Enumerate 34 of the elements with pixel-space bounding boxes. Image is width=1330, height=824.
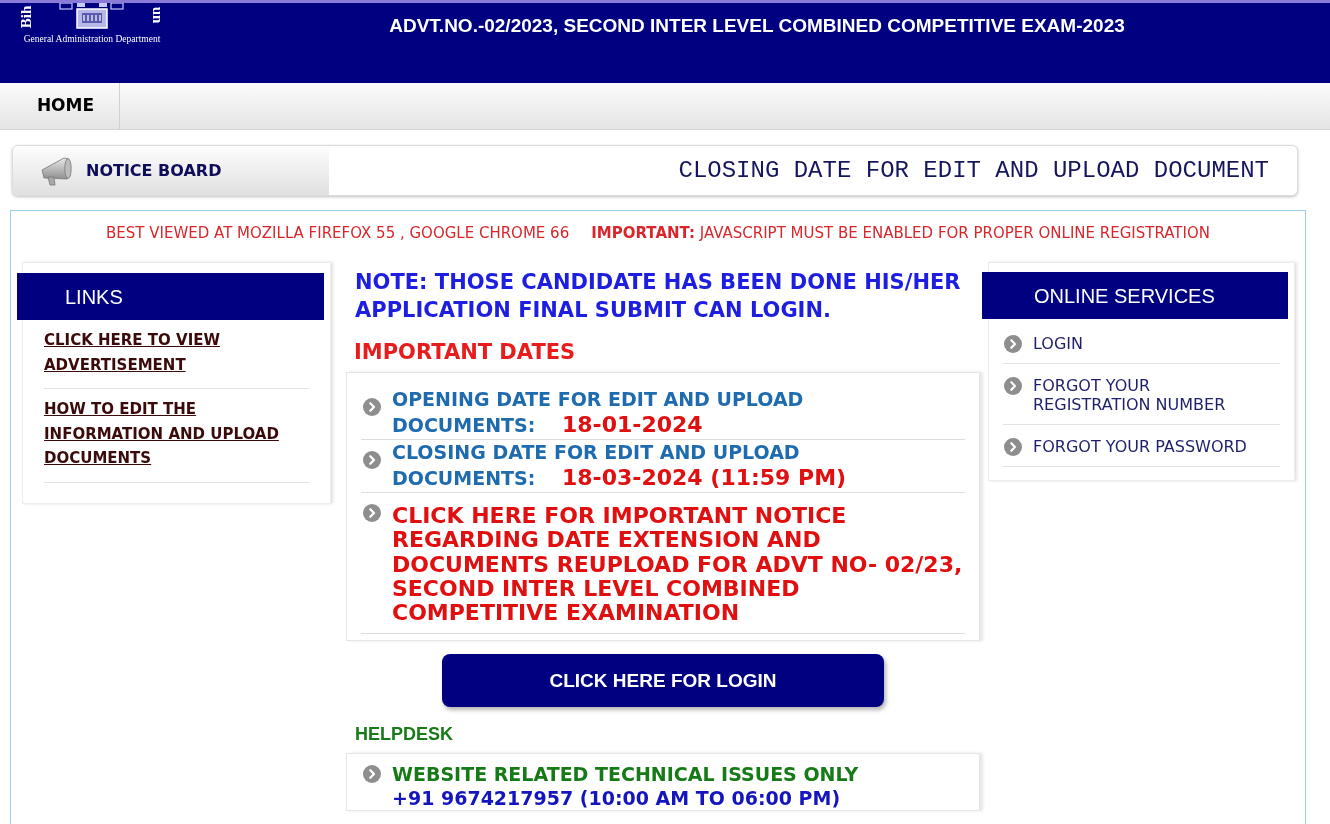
service-link[interactable]: FORGOT YOUR REGISTRATION NUMBER xyxy=(1033,376,1269,414)
section-title: IMPORTANT DATES xyxy=(354,339,577,366)
megaphone-icon xyxy=(40,155,74,186)
sidebar-link[interactable]: HOW TO EDIT THE INFORMATION AND UPLOAD DOCUMENTS xyxy=(44,397,292,471)
date-text: OPENING DATE FOR EDIT AND UPLOAD DOCUMENTS: 18-01-2024 xyxy=(392,387,805,438)
chevron-icon xyxy=(363,765,381,784)
chevron-icon xyxy=(363,504,381,522)
notice-board-title: NOTICE BOARD xyxy=(86,159,222,182)
notice-link[interactable]: CLICK HERE FOR IMPORTANT NOTICE REGARDING DATE EXTENSION AND DOCUMENTS REUPLOAD FOR ADVT NO- 02/23, SECOND INTER LEVEL COMBINED COMPETITIVE EXAMINATION xyxy=(392,504,964,626)
helpdesk-label: WEBSITE RELATED TECHNICAL ISSUES ONLY xyxy=(392,762,859,787)
login-note: NOTE: THOSE CANDIDATE HAS BEEN DONE HIS/HER APPLICATION FINAL SUBMIT CAN LOGIN. xyxy=(355,269,962,324)
services-header: ONLINE SERVICES xyxy=(982,272,1288,319)
javascript-note: IMPORTANT: JAVASCRIPT MUST BE ENABLED FOR PROPER ONLINE REGISTRATION xyxy=(591,224,1210,242)
phone-number: +91 9674217957 (10:00 AM TO 06:00 PM) xyxy=(392,786,842,811)
chevron-icon xyxy=(1004,377,1022,395)
ticker-text: CLOSING DATE FOR EDIT AND UPLOAD DOCUMENT xyxy=(678,156,1269,185)
logo-lettering: un xyxy=(150,6,166,24)
chevron-icon xyxy=(1004,438,1022,456)
chevron-icon xyxy=(363,398,381,416)
links-header: LINKS xyxy=(17,273,324,320)
login-button[interactable]: CLICK HERE FOR LOGIN xyxy=(442,654,884,708)
emblem-logo xyxy=(59,3,125,29)
date-text: CLOSING DATE FOR EDIT AND UPLOAD DOCUMENTS: 18-03-2024 (11:59 PM) xyxy=(392,440,848,491)
service-link[interactable]: FORGOT YOUR PASSWORD xyxy=(1033,437,1269,456)
logo-lettering: Bih xyxy=(18,5,34,29)
chevron-icon xyxy=(1004,335,1022,353)
browser-note: BEST VIEWED AT MOZILLA FIREFOX 55 , GOOGLE CHROME 66 xyxy=(106,224,570,242)
logo-caption: General Administration Department xyxy=(23,33,161,45)
helpdesk-title: HELPDESK xyxy=(355,723,454,747)
page-title: ADVT.NO.-02/2023, SECOND INTER LEVEL COMBINED COMPETITIVE EXAM-2023 xyxy=(389,14,1125,38)
chevron-icon xyxy=(363,451,381,469)
sidebar-link[interactable]: CLICK HERE TO VIEW ADVERTISEMENT xyxy=(44,328,292,377)
service-link[interactable]: LOGIN xyxy=(1033,334,1269,353)
home-tab[interactable]: HOME xyxy=(0,83,120,129)
